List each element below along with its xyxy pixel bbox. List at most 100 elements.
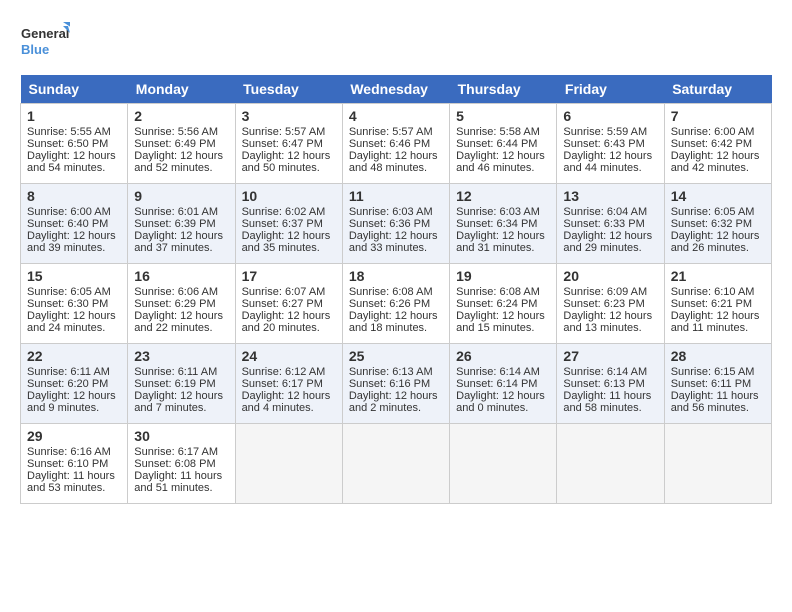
cell-text: Daylight: 12 hours <box>456 150 550 162</box>
cell-text: Sunset: 6:42 PM <box>671 138 765 150</box>
calendar-cell: 27Sunrise: 6:14 AMSunset: 6:13 PMDayligh… <box>557 344 664 424</box>
cell-text: Daylight: 11 hours <box>134 470 228 482</box>
calendar-cell: 1Sunrise: 5:55 AMSunset: 6:50 PMDaylight… <box>21 104 128 184</box>
cell-text: Sunset: 6:19 PM <box>134 378 228 390</box>
cell-text: Daylight: 12 hours <box>349 150 443 162</box>
day-number: 4 <box>349 108 443 124</box>
cell-text: and 48 minutes. <box>349 162 443 174</box>
cell-text: Sunset: 6:10 PM <box>27 458 121 470</box>
col-header-sunday: Sunday <box>21 75 128 104</box>
cell-text: Sunrise: 5:59 AM <box>563 126 657 138</box>
svg-text:Blue: Blue <box>21 42 49 57</box>
logo: General Blue <box>20 20 70 65</box>
cell-text: Daylight: 12 hours <box>349 230 443 242</box>
calendar-cell: 12Sunrise: 6:03 AMSunset: 6:34 PMDayligh… <box>450 184 557 264</box>
calendar-cell: 13Sunrise: 6:04 AMSunset: 6:33 PMDayligh… <box>557 184 664 264</box>
cell-text: Sunrise: 6:10 AM <box>671 286 765 298</box>
calendar-cell: 8Sunrise: 6:00 AMSunset: 6:40 PMDaylight… <box>21 184 128 264</box>
day-number: 3 <box>242 108 336 124</box>
calendar-cell: 17Sunrise: 6:07 AMSunset: 6:27 PMDayligh… <box>235 264 342 344</box>
calendar-cell: 30Sunrise: 6:17 AMSunset: 6:08 PMDayligh… <box>128 424 235 504</box>
cell-text: Daylight: 12 hours <box>563 310 657 322</box>
cell-text: and 11 minutes. <box>671 322 765 334</box>
calendar-cell: 22Sunrise: 6:11 AMSunset: 6:20 PMDayligh… <box>21 344 128 424</box>
calendar-cell: 28Sunrise: 6:15 AMSunset: 6:11 PMDayligh… <box>664 344 771 424</box>
calendar-cell <box>450 424 557 504</box>
calendar-cell: 11Sunrise: 6:03 AMSunset: 6:36 PMDayligh… <box>342 184 449 264</box>
cell-text: and 56 minutes. <box>671 402 765 414</box>
cell-text: Sunrise: 6:07 AM <box>242 286 336 298</box>
calendar-cell: 25Sunrise: 6:13 AMSunset: 6:16 PMDayligh… <box>342 344 449 424</box>
cell-text: Sunset: 6:33 PM <box>563 218 657 230</box>
cell-text: Sunrise: 6:12 AM <box>242 366 336 378</box>
cell-text: and 9 minutes. <box>27 402 121 414</box>
day-number: 17 <box>242 268 336 284</box>
cell-text: Sunrise: 6:09 AM <box>563 286 657 298</box>
cell-text: Sunrise: 6:00 AM <box>27 206 121 218</box>
day-number: 28 <box>671 348 765 364</box>
week-row-5: 29Sunrise: 6:16 AMSunset: 6:10 PMDayligh… <box>21 424 772 504</box>
calendar-cell: 14Sunrise: 6:05 AMSunset: 6:32 PMDayligh… <box>664 184 771 264</box>
week-row-2: 8Sunrise: 6:00 AMSunset: 6:40 PMDaylight… <box>21 184 772 264</box>
cell-text: Sunset: 6:49 PM <box>134 138 228 150</box>
calendar-cell <box>557 424 664 504</box>
cell-text: Sunset: 6:17 PM <box>242 378 336 390</box>
calendar-cell: 26Sunrise: 6:14 AMSunset: 6:14 PMDayligh… <box>450 344 557 424</box>
cell-text: Sunset: 6:16 PM <box>349 378 443 390</box>
cell-text: Sunrise: 6:06 AM <box>134 286 228 298</box>
header-row: SundayMondayTuesdayWednesdayThursdayFrid… <box>21 75 772 104</box>
cell-text: Sunrise: 5:57 AM <box>242 126 336 138</box>
cell-text: Sunrise: 6:16 AM <box>27 446 121 458</box>
cell-text: and 2 minutes. <box>349 402 443 414</box>
calendar-cell: 18Sunrise: 6:08 AMSunset: 6:26 PMDayligh… <box>342 264 449 344</box>
cell-text: Daylight: 12 hours <box>456 230 550 242</box>
cell-text: Sunset: 6:13 PM <box>563 378 657 390</box>
cell-text: and 53 minutes. <box>27 482 121 494</box>
col-header-wednesday: Wednesday <box>342 75 449 104</box>
cell-text: Sunrise: 6:01 AM <box>134 206 228 218</box>
day-number: 5 <box>456 108 550 124</box>
cell-text: Sunrise: 6:03 AM <box>349 206 443 218</box>
week-row-4: 22Sunrise: 6:11 AMSunset: 6:20 PMDayligh… <box>21 344 772 424</box>
cell-text: Sunrise: 6:08 AM <box>349 286 443 298</box>
day-number: 26 <box>456 348 550 364</box>
day-number: 13 <box>563 188 657 204</box>
calendar-cell <box>235 424 342 504</box>
day-number: 10 <box>242 188 336 204</box>
cell-text: and 0 minutes. <box>456 402 550 414</box>
cell-text: and 31 minutes. <box>456 242 550 254</box>
cell-text: Daylight: 11 hours <box>563 390 657 402</box>
cell-text: Daylight: 12 hours <box>242 230 336 242</box>
cell-text: Sunset: 6:14 PM <box>456 378 550 390</box>
cell-text: and 50 minutes. <box>242 162 336 174</box>
calendar-cell: 23Sunrise: 6:11 AMSunset: 6:19 PMDayligh… <box>128 344 235 424</box>
cell-text: Daylight: 12 hours <box>456 310 550 322</box>
day-number: 18 <box>349 268 443 284</box>
day-number: 21 <box>671 268 765 284</box>
cell-text: Sunrise: 6:11 AM <box>134 366 228 378</box>
cell-text: Sunset: 6:44 PM <box>456 138 550 150</box>
day-number: 9 <box>134 188 228 204</box>
col-header-monday: Monday <box>128 75 235 104</box>
day-number: 1 <box>27 108 121 124</box>
day-number: 25 <box>349 348 443 364</box>
col-header-thursday: Thursday <box>450 75 557 104</box>
cell-text: Sunrise: 6:13 AM <box>349 366 443 378</box>
calendar-cell: 4Sunrise: 5:57 AMSunset: 6:46 PMDaylight… <box>342 104 449 184</box>
day-number: 11 <box>349 188 443 204</box>
col-header-friday: Friday <box>557 75 664 104</box>
cell-text: Sunset: 6:34 PM <box>456 218 550 230</box>
cell-text: Daylight: 12 hours <box>134 150 228 162</box>
cell-text: and 24 minutes. <box>27 322 121 334</box>
cell-text: Sunrise: 5:56 AM <box>134 126 228 138</box>
cell-text: and 15 minutes. <box>456 322 550 334</box>
cell-text: Daylight: 12 hours <box>563 150 657 162</box>
cell-text: Sunrise: 6:15 AM <box>671 366 765 378</box>
cell-text: and 37 minutes. <box>134 242 228 254</box>
cell-text: Sunrise: 6:05 AM <box>671 206 765 218</box>
calendar-cell: 9Sunrise: 6:01 AMSunset: 6:39 PMDaylight… <box>128 184 235 264</box>
cell-text: Daylight: 11 hours <box>671 390 765 402</box>
cell-text: Daylight: 12 hours <box>27 310 121 322</box>
cell-text: and 18 minutes. <box>349 322 443 334</box>
cell-text: Daylight: 12 hours <box>134 390 228 402</box>
